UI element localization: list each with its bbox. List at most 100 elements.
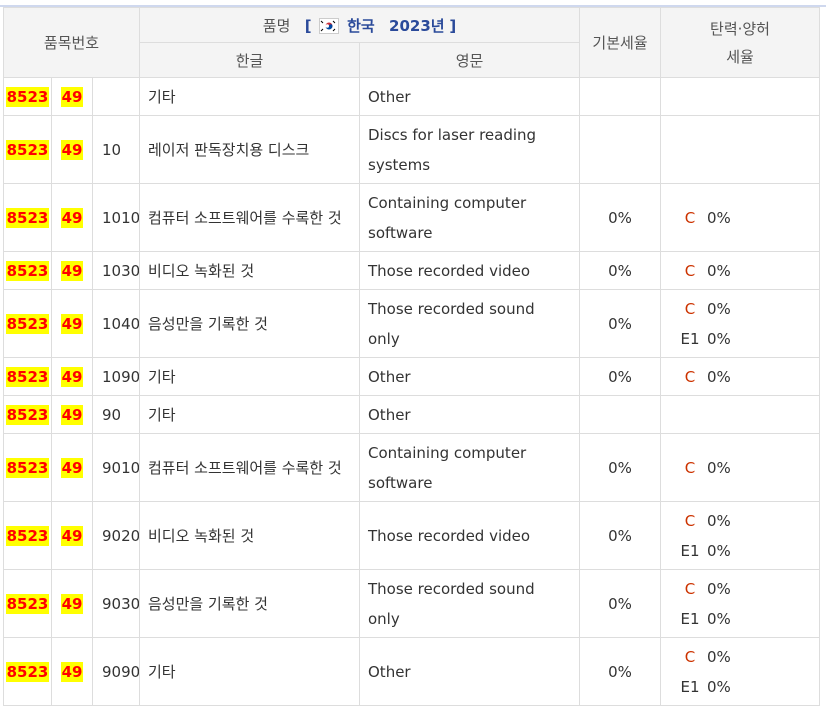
item-name-korean: 컴퓨터 소프트웨어를 수록한 것: [139, 183, 360, 252]
flex-rate-cell: C 0%: [660, 433, 820, 502]
hs-chapter-code[interactable]: 8523: [5, 139, 50, 160]
rate-value: 0%: [707, 647, 731, 666]
hs-subheading-code[interactable]: 49: [60, 139, 84, 160]
rate-entry: C 0%: [679, 642, 819, 672]
rate-value: 0%: [707, 208, 731, 227]
table-header: 품목번호 품명 [ 한국 2023년 ] 기본세율 탄력·양허 세율 한글 영문: [3, 7, 820, 78]
rate-code: C: [684, 299, 696, 318]
item-name-korean: 음성만을 기록한 것: [139, 289, 360, 358]
base-rate-value: 0%: [579, 289, 661, 358]
base-rate-value: 0%: [579, 569, 661, 638]
flex-rate-cell: [660, 77, 820, 116]
rate-entry: C 0%: [679, 362, 819, 392]
hs-subheading-code[interactable]: 49: [60, 661, 84, 682]
hs-chapter-cell: 8523: [3, 115, 52, 184]
rate-entry: C 0%: [679, 294, 819, 324]
rate-code: C: [684, 647, 696, 666]
hs-heading-cell: 49: [51, 433, 93, 502]
rate-value: 0%: [707, 329, 731, 348]
table-row: 8523 49 1030 비디오 녹화된 것 Those recorded vi…: [3, 251, 820, 290]
base-rate-value: 0%: [579, 183, 661, 252]
hs-detail-code: 90: [92, 395, 140, 434]
header-flex-rate-line1: 탄력·양허: [710, 19, 770, 38]
hs-detail-code: 9020: [92, 501, 140, 570]
table-row: 8523 49 10 레이저 판독장치용 디스크 Discs for laser…: [3, 115, 820, 184]
flex-rate-cell: C 0%: [660, 357, 820, 396]
flex-rate-cell: C 0% E1 0%: [660, 637, 820, 706]
rate-entry: C 0%: [679, 256, 819, 286]
base-rate-value: 0%: [579, 357, 661, 396]
base-rate-value: 0%: [579, 433, 661, 502]
table-row: 8523 49 90 기타 Other: [3, 395, 820, 434]
item-name-english: Those recorded sound only: [359, 569, 580, 638]
hs-subheading-code[interactable]: 49: [60, 207, 84, 228]
hs-heading-cell: 49: [51, 289, 93, 358]
hs-subheading-code[interactable]: 49: [60, 525, 84, 546]
item-name-korean: 기타: [139, 395, 360, 434]
item-name-english: Those recorded sound only: [359, 289, 580, 358]
header-flex-rate: 탄력·양허 세율: [660, 7, 820, 78]
item-name-english: Those recorded video: [359, 251, 580, 290]
rate-value: 0%: [707, 299, 731, 318]
base-rate-value: [579, 115, 661, 184]
hs-chapter-code[interactable]: 8523: [5, 260, 50, 281]
hs-detail-code: 1030: [92, 251, 140, 290]
hs-chapter-code[interactable]: 8523: [5, 457, 50, 478]
header-item-number: 품목번호: [3, 7, 140, 78]
rate-entry: E1 0%: [679, 324, 819, 354]
hs-subheading-code[interactable]: 49: [60, 457, 84, 478]
hs-chapter-code[interactable]: 8523: [5, 661, 50, 682]
hs-detail-code: [92, 77, 140, 116]
hs-subheading-code[interactable]: 49: [60, 86, 84, 107]
header-year: 2023년: [389, 16, 445, 35]
hs-chapter-code[interactable]: 8523: [5, 593, 50, 614]
hs-chapter-cell: 8523: [3, 289, 52, 358]
hs-subheading-code[interactable]: 49: [60, 313, 84, 334]
base-rate-value: [579, 77, 661, 116]
flex-rate-cell: C 0% E1 0%: [660, 501, 820, 570]
hs-chapter-code[interactable]: 8523: [5, 86, 50, 107]
hs-chapter-code[interactable]: 8523: [5, 207, 50, 228]
rate-entry: C 0%: [679, 453, 819, 483]
hs-subheading-code[interactable]: 49: [60, 593, 84, 614]
rate-entry: C 0%: [679, 506, 819, 536]
rate-value: 0%: [707, 677, 731, 696]
rate-code: E1: [680, 609, 700, 628]
base-rate-value: 0%: [579, 637, 661, 706]
hs-subheading-code[interactable]: 49: [60, 260, 84, 281]
south-korea-flag-icon: [319, 17, 340, 34]
rate-code: C: [684, 579, 696, 598]
rate-entry: E1 0%: [679, 672, 819, 702]
hs-subheading-code[interactable]: 49: [60, 404, 84, 425]
rate-value: 0%: [707, 579, 731, 598]
table-row: 8523 49 9020 비디오 녹화된 것 Those recorded vi…: [3, 501, 820, 570]
hs-heading-cell: 49: [51, 357, 93, 396]
hs-chapter-cell: 8523: [3, 569, 52, 638]
hs-chapter-code[interactable]: 8523: [5, 404, 50, 425]
flex-rate-cell: [660, 395, 820, 434]
rate-value: 0%: [707, 458, 731, 477]
hs-heading-cell: 49: [51, 637, 93, 706]
header-item-name-label: 품명: [262, 16, 291, 35]
header-flex-rate-line2: 세율: [726, 47, 754, 66]
hs-chapter-code[interactable]: 8523: [5, 525, 50, 546]
rate-entry: E1 0%: [679, 604, 819, 634]
item-name-korean: 음성만을 기록한 것: [139, 569, 360, 638]
hs-chapter-cell: 8523: [3, 357, 52, 396]
flex-rate-cell: [660, 115, 820, 184]
hs-chapter-code[interactable]: 8523: [5, 366, 50, 387]
table-row: 8523 49 9010 컴퓨터 소프트웨어를 수록한 것 Containing…: [3, 433, 820, 502]
hs-chapter-cell: 8523: [3, 433, 52, 502]
hs-detail-code: 10: [92, 115, 140, 184]
item-name-korean: 비디오 녹화된 것: [139, 251, 360, 290]
item-name-english: Containing computer software: [359, 183, 580, 252]
base-rate-value: 0%: [579, 251, 661, 290]
rate-code: E1: [680, 541, 700, 560]
item-name-english: Discs for laser reading systems: [359, 115, 580, 184]
hs-heading-cell: 49: [51, 77, 93, 116]
rate-entry: C 0%: [679, 203, 819, 233]
table-row: 8523 49 9090 기타 Other 0% C 0% E1 0%: [3, 637, 820, 706]
flex-rate-cell: C 0% E1 0%: [660, 569, 820, 638]
hs-subheading-code[interactable]: 49: [60, 366, 84, 387]
hs-chapter-code[interactable]: 8523: [5, 313, 50, 334]
